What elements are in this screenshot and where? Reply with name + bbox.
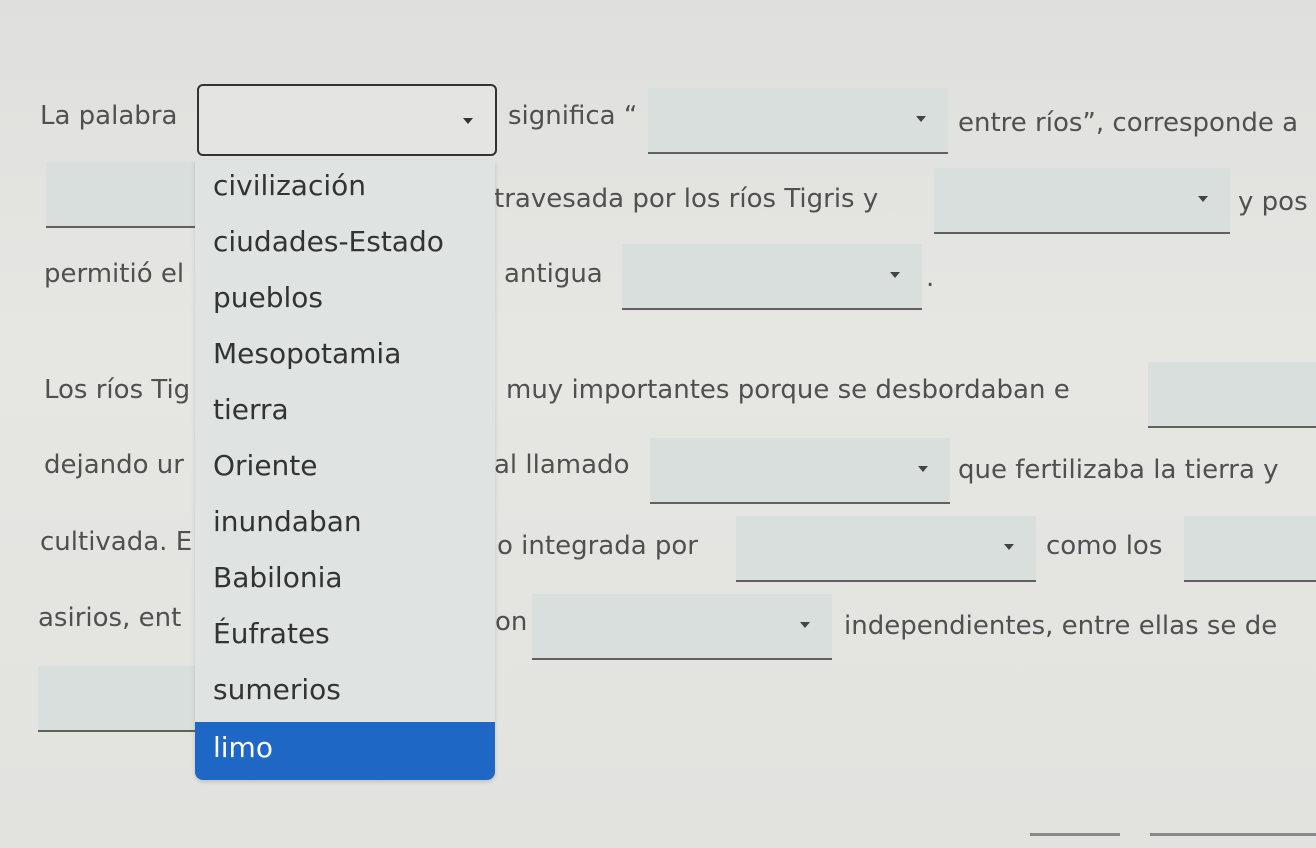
sentence-text: que fertilizaba la tierra y (958, 455, 1279, 485)
chevron-down-icon (916, 116, 926, 122)
sentence-text: entre ríos”, corresponde a (958, 108, 1299, 138)
sentence-text: al llamado (494, 450, 630, 480)
chevron-down-icon (918, 466, 928, 472)
dropdown-option[interactable]: ciudades-Estado (195, 216, 495, 272)
sentence-text: cultivada. E (40, 527, 193, 557)
dropdown-option[interactable]: pueblos (195, 272, 495, 328)
dropdown-option[interactable]: Babilonia (195, 552, 495, 608)
sentence-text: o integrada por (497, 531, 698, 561)
blank-dropdown[interactable] (648, 88, 948, 154)
chevron-down-icon (1004, 544, 1014, 550)
sentence-text: y pos (1238, 187, 1308, 217)
sentence-text: muy importantes porque se desbordaban e (506, 375, 1070, 405)
dropdown-option[interactable]: Mesopotamia (195, 328, 495, 384)
sentence-text: La palabra (40, 101, 178, 131)
dropdown-option[interactable]: tierra (195, 384, 495, 440)
dropdown-option[interactable]: inundaban (195, 496, 495, 552)
sentence-text: travesada por los ríos Tigris y (494, 184, 879, 214)
active-dropdown-select[interactable] (197, 84, 497, 156)
divider (1150, 833, 1316, 848)
chevron-down-icon (1198, 196, 1208, 202)
sentence-text: . (926, 263, 935, 293)
blank-dropdown[interactable] (934, 168, 1230, 234)
chevron-down-icon (800, 622, 810, 628)
sentence-text: on (495, 607, 528, 637)
sentence-text: asirios, ent (38, 603, 182, 633)
chevron-down-icon (890, 272, 900, 278)
blank-dropdown[interactable] (1184, 516, 1316, 582)
blank-dropdown[interactable] (736, 516, 1036, 582)
chevron-down-icon (463, 118, 473, 124)
sentence-text: antigua (504, 259, 603, 289)
blank-dropdown[interactable] (622, 244, 922, 310)
dropdown-option[interactable]: civilización (195, 160, 495, 216)
sentence-text: como los (1046, 531, 1163, 561)
divider (1030, 833, 1120, 848)
dropdown-option[interactable]: Éufrates (195, 608, 495, 664)
worksheet-page: La palabra significa “ entre ríos”, corr… (0, 0, 1316, 848)
blank-dropdown[interactable] (650, 438, 950, 504)
dropdown-options-list: civilización ciudades-Estado pueblos Mes… (195, 160, 495, 780)
dropdown-option[interactable]: sumerios (195, 664, 495, 720)
blank-dropdown[interactable] (38, 666, 198, 732)
dropdown-option-selected[interactable]: limo (195, 722, 495, 780)
sentence-text: permitió el (44, 259, 185, 289)
blank-dropdown[interactable] (532, 594, 832, 660)
blank-dropdown[interactable] (1148, 362, 1316, 428)
dropdown-option[interactable]: Oriente (195, 440, 495, 496)
sentence-text: dejando ur (44, 450, 184, 480)
sentence-text: independientes, entre ellas se de (844, 611, 1278, 641)
blank-dropdown[interactable] (46, 162, 206, 228)
sentence-text: Los ríos Tig (44, 375, 191, 405)
sentence-text: significa “ (508, 101, 638, 131)
